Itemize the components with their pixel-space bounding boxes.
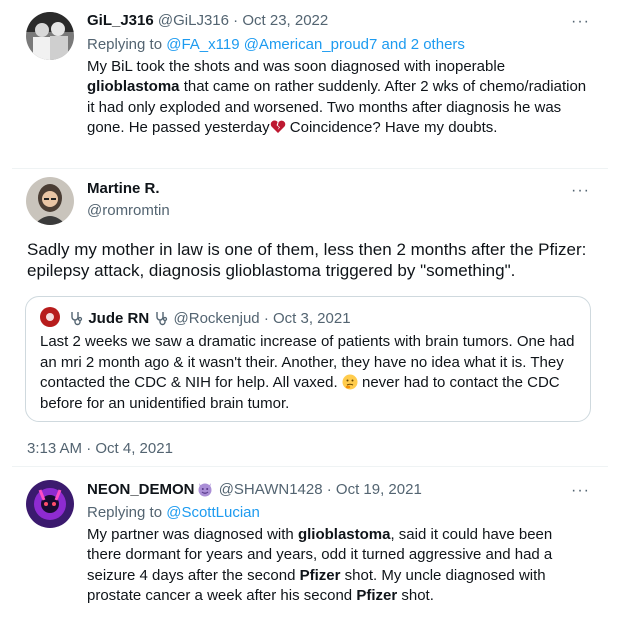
tweet-header: GiL_J316 @GiLJ316 · Oct 23, 2022 <box>87 11 328 31</box>
replying-to: Replying to @ScottLucian <box>87 503 260 523</box>
stethoscope-icon <box>71 312 83 326</box>
tweet-text-part: Coincidence? Have my doubts. <box>289 118 498 136</box>
avatar-image <box>26 480 74 528</box>
quoted-avatar <box>40 307 60 327</box>
quoted-handle[interactable]: @Rockenjud <box>174 310 260 327</box>
avatar-image <box>26 177 74 225</box>
separator: · <box>263 310 269 327</box>
tweet-text-bold: Pfizer <box>356 586 398 604</box>
more-options-button[interactable]: ··· <box>571 14 590 30</box>
handle-row: @romromtin <box>87 201 170 221</box>
tweet-header: NEON_DEMON @SHAWN1428 · Oct 19, 2021 <box>87 480 422 500</box>
separator: · <box>326 481 332 498</box>
user-handle[interactable]: @romromtin <box>87 202 170 219</box>
more-options-button[interactable]: ··· <box>571 483 590 499</box>
user-handle[interactable]: @GiLJ316 <box>158 12 229 29</box>
tweet-card-1[interactable]: GiL_J316 @GiLJ316 · Oct 23, 2022 ··· Rep… <box>12 0 608 163</box>
replying-user-link[interactable]: @ScottLucian <box>166 504 260 521</box>
tweet-header: Martine R. <box>87 179 160 199</box>
tweet-date[interactable]: Oct 19, 2021 <box>336 481 422 498</box>
replying-users-link[interactable]: @FA_x119 @American_proud7 <box>166 36 377 53</box>
replying-label: Replying to <box>87 36 163 53</box>
tweet-text-part: My partner was diagnosed with <box>87 526 294 543</box>
display-name[interactable]: GiL_J316 <box>87 12 154 29</box>
display-name[interactable]: NEON_DEMON <box>87 481 195 498</box>
separator: · <box>233 12 239 29</box>
tweet-timestamp[interactable]: 3:13 AM · Oct 4, 2021 <box>27 439 173 459</box>
tweet-date[interactable]: Oct 23, 2022 <box>242 12 328 29</box>
replying-label: Replying to <box>87 504 163 521</box>
tweet-text-bold: Pfizer <box>299 566 341 584</box>
replying-to: Replying to @FA_x119 @American_proud7 an… <box>87 35 465 55</box>
quoted-tweet-text: Last 2 weeks we saw a dramatic increase … <box>40 332 580 414</box>
replying-others-link[interactable]: and 2 others <box>382 36 465 53</box>
smiling-devil-icon <box>198 483 212 497</box>
display-name[interactable]: Martine R. <box>87 180 160 197</box>
avatar-image <box>26 12 74 60</box>
stethoscope-icon <box>156 312 168 326</box>
avatar[interactable] <box>26 177 74 225</box>
thinking-face-icon <box>342 374 358 390</box>
tweet-text-bold: glioblastoma <box>297 526 391 543</box>
tweet-text-part: shot. <box>401 586 434 604</box>
broken-heart-icon <box>270 120 285 133</box>
tweet-card-2[interactable]: Martine R. @romromtin ··· Sadly my mothe… <box>12 169 608 461</box>
tweet-text: My BiL took the shots and was soon diagn… <box>87 57 587 138</box>
tweet-card-3[interactable]: NEON_DEMON @SHAWN1428 · Oct 19, 2021 ···… <box>12 467 608 621</box>
quoted-date[interactable]: Oct 3, 2021 <box>273 310 351 327</box>
quoted-tweet[interactable]: Jude RN @Rockenjud · Oct 3, 2021 Last 2 … <box>25 296 591 422</box>
more-options-button[interactable]: ··· <box>571 183 590 199</box>
avatar[interactable] <box>26 12 74 60</box>
tweet-text-bold: glioblastoma <box>87 78 180 96</box>
tweet-text: My partner was diagnosed with glioblasto… <box>87 525 587 606</box>
quoted-display-name[interactable]: Jude RN <box>88 310 149 327</box>
tweet-text: Sadly my mother in law is one of them, l… <box>27 240 587 280</box>
timestamp-text: 3:13 AM · Oct 4, 2021 <box>27 440 173 457</box>
user-handle[interactable]: @SHAWN1428 <box>219 481 323 498</box>
tweet-text-part: My BiL took the shots and was soon diagn… <box>87 58 506 75</box>
quoted-tweet-header: Jude RN @Rockenjud · Oct 3, 2021 <box>40 307 351 329</box>
avatar[interactable] <box>26 480 74 528</box>
